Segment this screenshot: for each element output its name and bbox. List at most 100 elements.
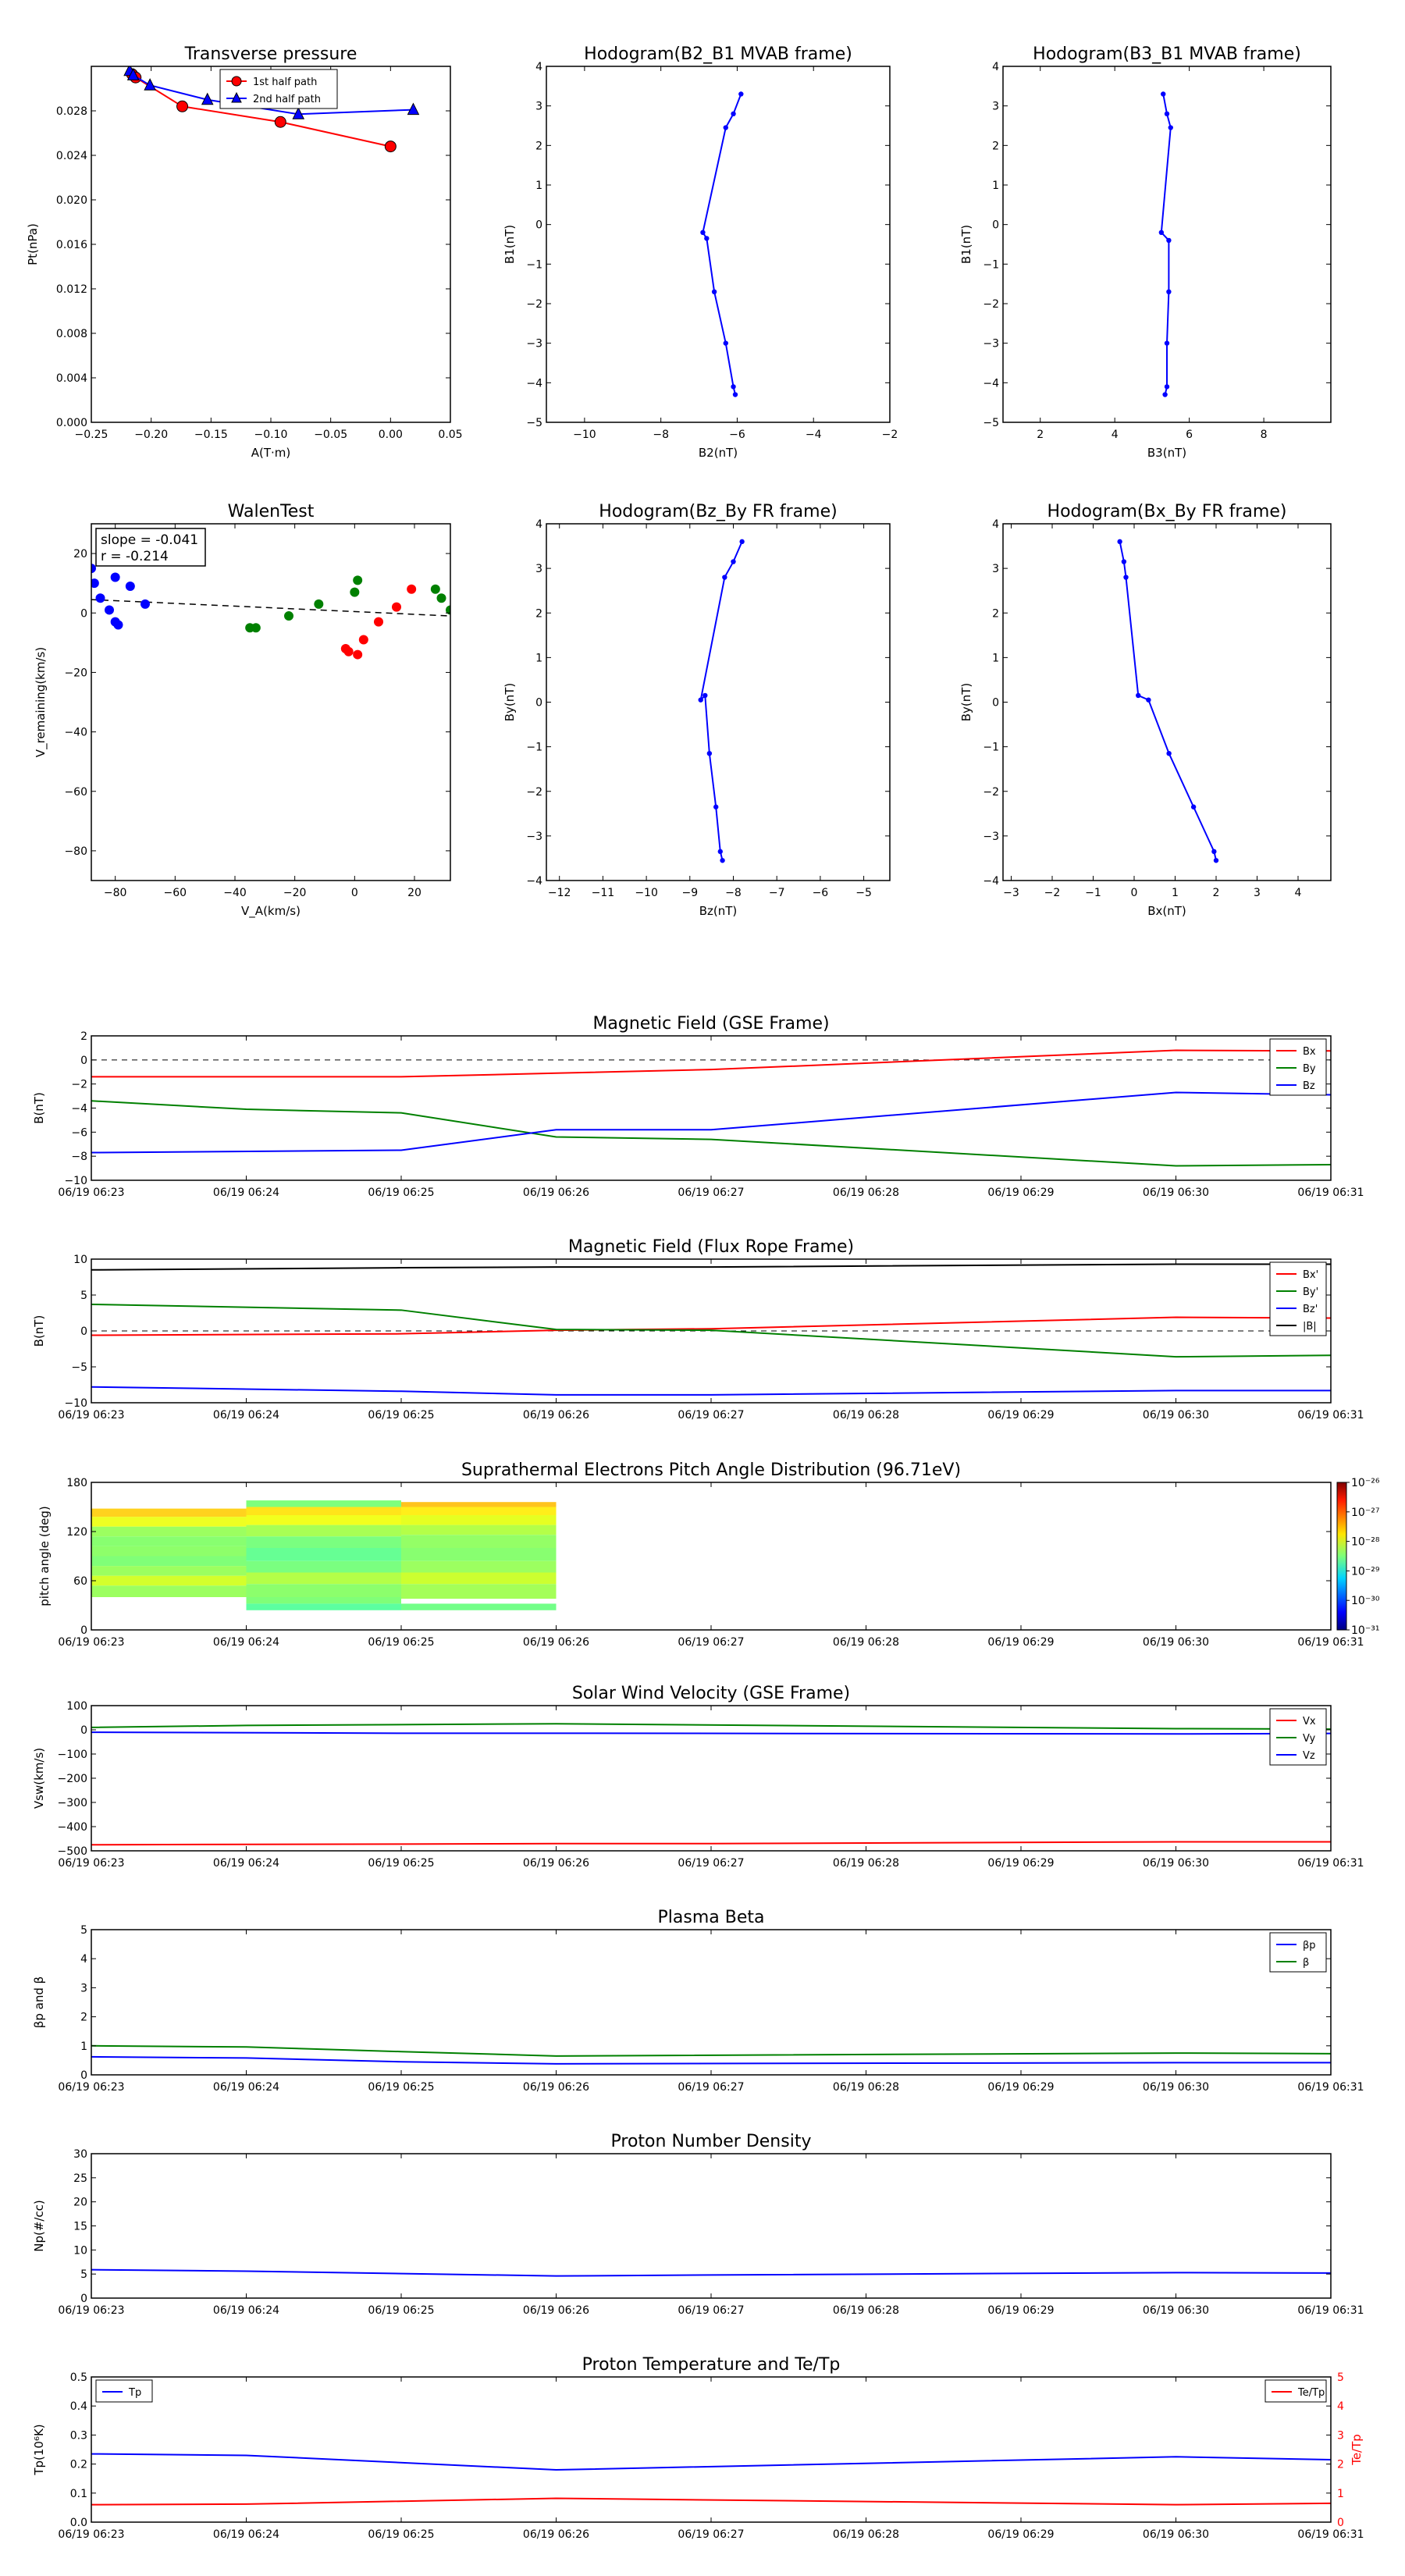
heatmap-cell [246,1597,401,1604]
y-tick-label: 0.008 [56,328,87,340]
y-tick-label: 4 [535,61,542,73]
y-axis-label: Pt(nPa) [26,223,40,265]
stats-text: slope = -0.041 [101,532,198,548]
chart-title: Hodogram(B2_B1 MVAB frame) [584,44,852,64]
x-tick-label: −7 [769,887,785,899]
x-tick-label: −0.20 [134,429,168,441]
y-tick-label: −3 [526,831,542,843]
x-tick-label: −10 [635,887,658,899]
x-axis-label: Bz(nT) [699,904,738,918]
x-tick-label: 06/19 06:23 [58,2304,124,2317]
chart-title: Magnetic Field (GSE Frame) [592,1014,829,1034]
data-point [1164,340,1170,346]
data-point [704,236,710,241]
chart-title: Hodogram(Bx_By FR frame) [1048,502,1287,521]
heatmap-cell [91,1517,247,1527]
x-axis-label: B3(nT) [1147,446,1186,460]
y-tick-label: −500 [58,1845,87,1858]
x-axis-label: V_A(km/s) [241,904,301,919]
y-tick-label: 4 [992,518,999,531]
colorbar-label: 10⁻³⁰ [1351,1595,1380,1607]
x-tick-label: 0 [351,887,358,899]
scatter-point [251,623,261,633]
y-tick-label: −10 [64,1175,87,1187]
scatter-point [407,584,417,594]
y-right-tick-label: 3 [1337,2429,1344,2442]
x-tick-label: 06/19 06:27 [678,2304,744,2317]
data-point [1166,289,1172,294]
x-tick-label: 06/19 06:29 [987,1187,1054,1199]
y-tick-label: −8 [71,1151,87,1163]
data-point [706,750,713,756]
x-tick-label: 06/19 06:28 [833,1857,899,1870]
x-tick-label: 06/19 06:29 [987,2081,1054,2094]
chart-title: WalenTest [228,502,315,521]
x-tick-label: 3 [1254,887,1261,899]
data-point [1117,539,1122,545]
data-point [1136,692,1141,699]
colorbar-label: 10⁻²⁷ [1351,1507,1379,1519]
y-tick-label: 120 [66,1526,87,1539]
x-tick-label: 06/19 06:29 [987,1857,1054,1870]
y-tick-label: 0 [80,2069,87,2082]
x-tick-label: −80 [104,887,127,899]
y-tick-label: 3 [992,563,999,575]
legend-label: Vz [1303,1750,1315,1762]
y-tick-label: −1 [983,258,999,271]
x-tick-label: −0.15 [194,429,228,441]
legend-label: By [1303,1063,1316,1075]
data-point [738,91,744,97]
x-tick-label: 06/19 06:24 [213,1857,279,1870]
y-tick-label: 0 [80,2293,87,2305]
y-tick-label: −5 [983,417,999,429]
y-tick-label: −4 [526,875,542,888]
x-tick-label: 06/19 06:28 [833,2304,899,2317]
y-tick-label: 1 [992,652,999,664]
x-tick-label: 20 [407,887,422,899]
y-tick-label: 0.020 [56,194,87,207]
y-tick-label: 4 [80,1953,87,1966]
heatmap-cell [401,1548,557,1561]
x-tick-label: 06/19 06:23 [58,2081,124,2094]
x-tick-label: 06/19 06:27 [678,1187,744,1199]
x-tick-label: −6 [729,429,745,441]
legend-label: β [1303,1957,1309,1969]
y-tick-label: 3 [535,101,542,113]
x-tick-label: 06/19 06:26 [523,2304,589,2317]
x-tick-label: 06/19 06:28 [833,1409,899,1421]
x-tick-label: 06/19 06:30 [1143,1636,1209,1649]
chart-title: Proton Number Density [611,2132,812,2151]
x-tick-label: 06/19 06:31 [1297,2528,1364,2541]
y-right-tick-label: 2 [1337,2459,1344,2471]
y-axis-label: Tp(10⁶K) [32,2424,46,2475]
x-tick-label: 06/19 06:26 [523,2528,589,2541]
heatmap-cell [246,1548,401,1561]
y-tick-label: −20 [64,667,87,679]
x-tick-label: 0.05 [438,429,462,441]
y-tick-label: 1 [992,180,999,192]
heatmap-cell [246,1603,401,1610]
data-point [702,692,708,699]
y-axis-label: pitch angle (deg) [37,1506,52,1606]
data-point [723,125,728,130]
heatmap-cell [401,1584,557,1599]
x-tick-label: 06/19 06:25 [368,1409,434,1421]
y-axis-label: B(nT) [32,1315,46,1347]
y-tick-label: 2 [80,1030,87,1043]
x-tick-label: 06/19 06:29 [987,1409,1054,1421]
y-tick-label: −1 [983,742,999,754]
y-tick-label: −1 [526,258,542,271]
x-tick-label: 06/19 06:23 [58,1409,124,1421]
y-tick-label: 0.3 [70,2429,87,2442]
y-tick-label: 3 [80,1982,87,1994]
data-point [731,559,736,564]
x-tick-label: −20 [283,887,307,899]
x-tick-label: −0.25 [75,429,108,441]
y-axis-label: By(nT) [503,683,517,722]
x-tick-label: 06/19 06:25 [368,1187,434,1199]
y-tick-label: 2 [535,140,542,152]
y-tick-label: 0 [992,697,999,710]
legend-label: Bx' [1303,1269,1318,1281]
x-tick-label: −9 [681,887,698,899]
x-tick-label: 06/19 06:30 [1143,2304,1209,2317]
